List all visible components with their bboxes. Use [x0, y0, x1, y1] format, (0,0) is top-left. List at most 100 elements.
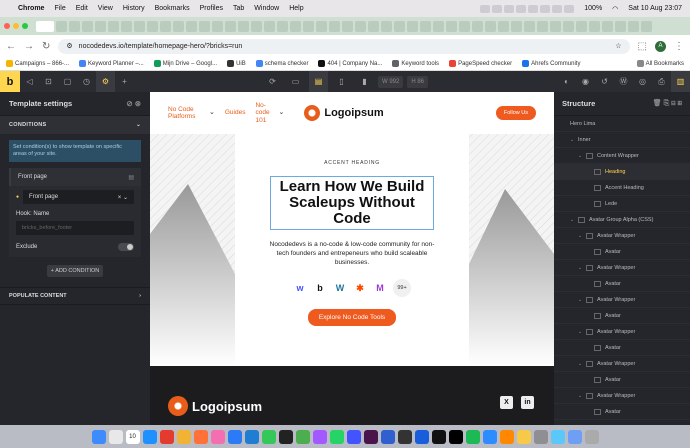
bookmark-item[interactable]: Campaigns – 866-... [6, 60, 69, 67]
site-info-icon[interactable]: ⚙ [66, 42, 72, 50]
preview-icon[interactable]: ◉ [576, 71, 595, 92]
height-input[interactable]: H 86 [407, 75, 429, 88]
menu-bookmarks[interactable]: Bookmarks [155, 5, 190, 12]
maps-app-icon[interactable] [295, 429, 310, 444]
profile-avatar[interactable]: A [655, 40, 666, 52]
pages-icon[interactable]: ▢ [58, 71, 77, 92]
browser-tab[interactable] [420, 20, 431, 32]
structure-row[interactable]: Accent Heading [554, 180, 690, 196]
structure-row[interactable]: Avatar [554, 372, 690, 388]
finder2-app-icon[interactable] [550, 429, 565, 444]
messages-app-icon[interactable] [261, 429, 276, 444]
hero-heading[interactable]: Learn How We Build Scaleups Without Code [270, 176, 434, 230]
browser-tab[interactable] [355, 20, 366, 32]
structure-row[interactable]: ⌄ Avatar Wrapper [554, 356, 690, 372]
desktop-breakpoint-icon[interactable]: ▭ [286, 71, 305, 92]
view-icon[interactable]: ◎ [633, 71, 652, 92]
browser-tab[interactable] [342, 20, 353, 32]
browser-tab[interactable] [121, 20, 132, 32]
revisions-icon[interactable]: ↺ [595, 71, 614, 92]
preview-app-icon[interactable] [567, 429, 582, 444]
close-panel-icon[interactable]: ⊗ [135, 99, 141, 108]
browser-tab[interactable] [446, 20, 457, 32]
browser-tab[interactable] [316, 20, 327, 32]
structure-row[interactable]: Avatar [554, 244, 690, 260]
menu-help[interactable]: Help [289, 5, 303, 12]
browser-tab[interactable] [550, 20, 561, 32]
add-condition-button[interactable]: + ADD CONDITION [47, 265, 103, 278]
nav-no-code-101[interactable]: No-code 101 ⌄ [255, 102, 284, 123]
settings-icon[interactable]: ⚙ [96, 71, 115, 92]
x-social-icon[interactable]: X [500, 396, 513, 409]
nav-no-code-platforms[interactable]: No Code Platforms ⌄ [168, 106, 215, 120]
populate-content-section[interactable]: POPULATE CONTENT › [0, 287, 150, 306]
chevron-down-icon[interactable]: ⌄ [578, 393, 586, 399]
structure-row[interactable]: Avatar [554, 308, 690, 324]
browser-tab[interactable] [69, 20, 80, 32]
browser-tab[interactable] [160, 20, 171, 32]
bookmark-item[interactable]: Keyword Planner –... [79, 60, 144, 67]
menu-window[interactable]: Window [254, 5, 279, 12]
browser-tab[interactable] [368, 20, 379, 32]
chevron-down-icon[interactable]: ⌄ [578, 233, 586, 239]
structure-row[interactable]: ⌄ Avatar Group Alpha (CSS) [554, 212, 690, 228]
vlc-app-icon[interactable] [499, 429, 514, 444]
conditions-section-header[interactable]: CONDITIONS ⌄ [0, 116, 150, 134]
chevron-down-icon[interactable]: ⌄ [578, 265, 586, 271]
bookmark-item[interactable]: schema checker [255, 60, 308, 67]
zoom-app-icon[interactable] [482, 429, 497, 444]
browser-tab[interactable] [264, 20, 275, 32]
menu-history[interactable]: History [123, 5, 145, 12]
browser-tab[interactable] [394, 20, 405, 32]
figma-app-icon[interactable] [312, 429, 327, 444]
menu-app-name[interactable]: Chrome [18, 5, 44, 12]
condition-card-header[interactable]: Front page ▤ [9, 168, 141, 187]
url-field[interactable]: ⚙ nocodedevs.io/template/homepage-hero/?… [58, 38, 630, 54]
browser-tab[interactable] [641, 20, 652, 32]
structure-toggle-icon[interactable]: ⊡ [39, 71, 58, 92]
menu-tab[interactable]: Tab [233, 5, 244, 12]
bookmark-item[interactable]: 404 | Company Na... [318, 60, 382, 67]
chevron-down-icon[interactable]: ⌄ [578, 297, 586, 303]
accent-heading[interactable]: ACCENT HEADING [324, 160, 380, 166]
finder-app-icon[interactable] [91, 429, 106, 444]
browser-tab[interactable] [147, 20, 158, 32]
browser-tab[interactable] [381, 20, 392, 32]
help-icon[interactable]: ⊘ [126, 99, 132, 108]
minimize-window-icon[interactable] [13, 23, 19, 29]
structure-row[interactable]: Avatar [554, 340, 690, 356]
browser-tab[interactable] [199, 20, 210, 32]
browser-tab[interactable] [524, 20, 535, 32]
save-icon[interactable]: ⎙ [652, 71, 671, 92]
browser-tab[interactable] [433, 20, 444, 32]
collapse-icon[interactable]: ⊟ [671, 100, 675, 107]
exclude-toggle[interactable] [118, 243, 134, 252]
photos-app-icon[interactable] [210, 429, 225, 444]
launchpad-app-icon[interactable] [108, 429, 123, 444]
site-logo[interactable]: Logoipsum [304, 105, 384, 121]
terminal-app-icon[interactable] [397, 429, 412, 444]
structure-row[interactable]: ⌄ Avatar Wrapper [554, 292, 690, 308]
wordpress-icon[interactable]: Ⓦ [614, 71, 633, 92]
reload-icon[interactable]: ↻ [42, 41, 50, 52]
close-window-icon[interactable] [4, 23, 10, 29]
hero-lede[interactable]: Nocodedevs is a no-code & low-code commu… [267, 240, 437, 267]
slack-app-icon[interactable] [363, 429, 378, 444]
tablet-breakpoint-icon[interactable]: ▯ [332, 71, 351, 92]
add-icon[interactable]: + [115, 71, 134, 92]
browser-tab-active[interactable] [36, 20, 54, 32]
chrome-canary-app-icon[interactable] [176, 429, 191, 444]
browser-tab[interactable] [511, 20, 522, 32]
browser-tab[interactable] [472, 20, 483, 32]
structure-row[interactable]: ⌄ Avatar Wrapper [554, 324, 690, 340]
browser-tab[interactable] [407, 20, 418, 32]
copy-icon[interactable]: ⎘ [664, 100, 670, 107]
browser-tab[interactable] [290, 20, 301, 32]
footer-logo[interactable]: Logoipsum [168, 396, 262, 416]
chevron-down-icon[interactable]: ⌄ [570, 137, 578, 143]
chevron-down-icon[interactable]: ⌄ [578, 153, 586, 159]
browser-tab[interactable] [303, 20, 314, 32]
menu-view[interactable]: View [98, 5, 113, 12]
whatsapp-app-icon[interactable] [329, 429, 344, 444]
firefox-app-icon[interactable] [193, 429, 208, 444]
